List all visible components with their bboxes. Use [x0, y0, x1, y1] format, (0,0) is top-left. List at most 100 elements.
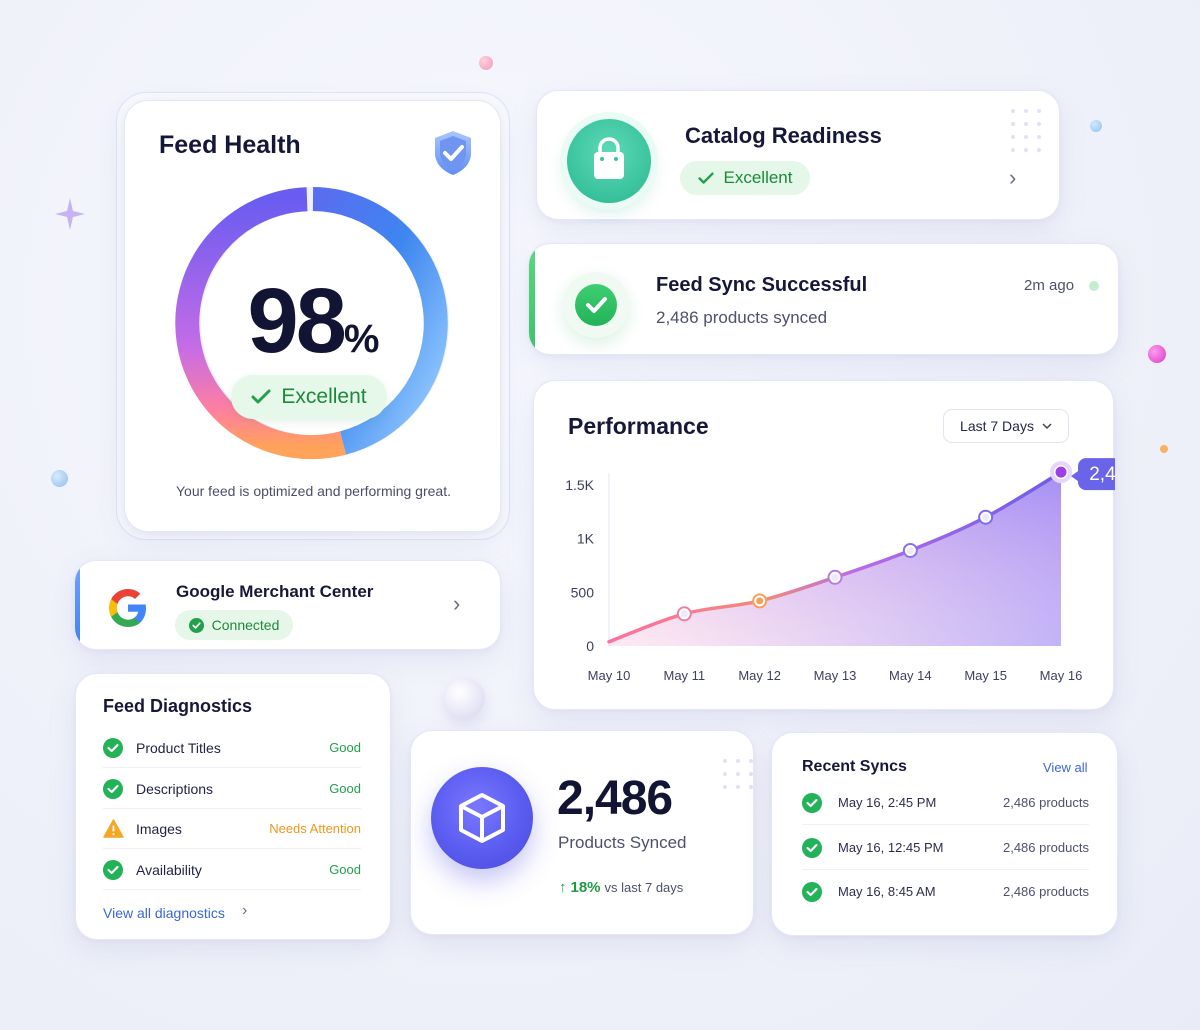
x-tick-label: May 10: [588, 668, 631, 683]
chart-highlight-pointer: [1071, 471, 1078, 482]
view-all-diagnostics-link[interactable]: View all diagnostics: [103, 905, 225, 921]
recent-syncs-title: Recent Syncs: [802, 758, 907, 775]
gmc-status-label: Connected: [211, 617, 280, 633]
decor-orb-magenta: [1148, 345, 1166, 363]
chart-data-point-core: [906, 546, 914, 554]
products-label: Products Synced: [558, 833, 687, 852]
trend-value: 18%: [570, 879, 601, 896]
view-all-syncs-link[interactable]: View all: [1043, 760, 1088, 775]
sync-product-count: 2,486 products: [1002, 884, 1089, 899]
catalog-title: Catalog Readiness: [685, 123, 882, 148]
check-circle-icon: [563, 272, 629, 338]
diagnostic-status: Good: [329, 740, 361, 755]
cube-icon: [431, 767, 533, 869]
y-tick-label: 1.5K: [565, 477, 594, 493]
gmc-accent-bar: [75, 561, 80, 649]
sync-date: May 16, 12:45 PM: [838, 839, 944, 855]
x-tick-label: May 16: [1040, 668, 1083, 683]
recent-syncs-card: Recent Syncs View all May 16, 2:45 PM 2,4…: [771, 732, 1118, 936]
chart-highlight-label: 2,486: [1089, 464, 1115, 485]
health-score-unit: %: [343, 317, 380, 361]
sync-status-dot: [1089, 281, 1099, 291]
feed-health-title: Feed Health: [159, 131, 301, 159]
diagnostic-row: Availability Good: [103, 850, 361, 890]
y-tick-label: 0: [586, 638, 594, 654]
health-score-value: 98: [247, 270, 347, 372]
health-status-badge: Excellent: [231, 375, 387, 419]
sync-date: May 16, 2:45 PM: [838, 795, 937, 810]
health-score: 98%: [125, 269, 502, 374]
diagnostics-title: Feed Diagnostics: [103, 696, 253, 716]
check-circle-icon: [188, 617, 204, 633]
chevron-right-icon[interactable]: ›: [242, 902, 247, 920]
catalog-status-badge: Excellent: [680, 161, 810, 195]
arrow-up-icon: ↑: [559, 879, 567, 896]
decor-sparkle-purple: [55, 198, 85, 230]
trend-text: vs last 7 days: [604, 880, 684, 895]
shopping-bag-icon: [567, 119, 651, 203]
sync-timestamp: 2m ago: [1024, 277, 1075, 294]
feed-sync-card: Feed Sync Successful 2,486 products sync…: [528, 243, 1119, 355]
diagnostic-status: Good: [329, 861, 361, 877]
x-tick-label: May 13: [814, 668, 857, 683]
check-icon: [697, 172, 714, 184]
recent-sync-row[interactable]: May 16, 12:45 PM 2,486 products: [802, 826, 1089, 870]
health-status-label: Excellent: [281, 385, 367, 408]
check-circle-icon: [103, 859, 123, 880]
google-merchant-card[interactable]: Google Merchant Center Connected ›: [74, 560, 501, 650]
sync-title: Feed Sync Successful: [656, 274, 868, 296]
diagnostic-label: Images: [136, 821, 182, 837]
x-tick-label: May 12: [738, 668, 781, 683]
check-circle-icon: [802, 837, 822, 858]
performance-chart: 0 500 1K 1.5K May 10 May 11 May 12 May 13 May 14…: [565, 458, 1115, 683]
products-count: 2,486: [557, 772, 673, 825]
products-synced-card: 2,486 Products Synced ↑ 18% vs last 7 days: [410, 730, 754, 935]
decor-orb-blue: [1090, 120, 1102, 132]
check-circle-icon: [103, 778, 123, 799]
sync-subtitle: 2,486 products synced: [656, 308, 828, 327]
x-tick-label: May 15: [964, 668, 1007, 683]
decor-orb-glass: [445, 678, 485, 718]
diagnostic-status: Good: [329, 780, 361, 796]
check-circle-icon: [103, 738, 123, 758]
chart-data-point-core: [680, 610, 688, 618]
chart-data-point-core: [831, 573, 839, 581]
shield-check-icon: [435, 131, 471, 175]
diagnostic-row: Images Needs Attention: [103, 809, 361, 849]
chevron-right-icon[interactable]: ›: [453, 591, 460, 617]
check-circle-icon: [802, 882, 822, 902]
chevron-right-icon[interactable]: ›: [1009, 165, 1016, 191]
decor-dot-grid: [1011, 109, 1041, 152]
y-tick-label: 1K: [577, 531, 595, 547]
feed-health-card: Feed Health 98% Excellent Your feed is o…: [124, 100, 501, 532]
diagnostic-label: Descriptions: [136, 780, 214, 797]
check-icon: [251, 389, 271, 404]
sync-product-count: 2,486 products: [1002, 839, 1089, 855]
recent-sync-row[interactable]: May 16, 8:45 AM 2,486 products: [802, 870, 1089, 914]
check-circle-icon: [802, 793, 822, 813]
diagnostic-label: Product Titles: [136, 740, 221, 756]
catalog-readiness-card[interactable]: Catalog Readiness Excellent ›: [536, 90, 1060, 220]
products-trend: ↑ 18% vs last 7 days: [559, 879, 683, 896]
chart-data-point-core: [982, 513, 990, 521]
warning-icon: [103, 819, 124, 838]
diagnostic-status: Needs Attention: [269, 821, 361, 836]
health-subtitle: Your feed is optimized and performing gr…: [176, 483, 451, 499]
diagnostic-label: Availability: [136, 861, 202, 878]
sync-product-count: 2,486 products: [1002, 795, 1089, 810]
decor-orb-blue-left: [51, 470, 68, 487]
sync-date: May 16, 8:45 AM: [838, 884, 936, 899]
chart-data-point-core: [756, 597, 764, 605]
performance-card: Performance Last 7 Days 0 500 1K 1.5K May 10…: [533, 380, 1115, 710]
diagnostic-row: Descriptions Good: [103, 769, 361, 809]
chart-area-shade: [609, 472, 1061, 646]
recent-sync-row[interactable]: May 16, 2:45 PM 2,486 products: [802, 781, 1089, 825]
gmc-status-badge: Connected: [175, 610, 293, 640]
decor-orb-orange: [1160, 445, 1168, 453]
google-icon: [109, 589, 146, 627]
x-tick-label: May 11: [663, 668, 705, 683]
diagnostic-row: Product Titles Good: [103, 728, 361, 768]
gmc-title: Google Merchant Center: [176, 582, 374, 601]
sync-accent-bar: [529, 244, 535, 354]
y-tick-label: 500: [571, 584, 595, 600]
